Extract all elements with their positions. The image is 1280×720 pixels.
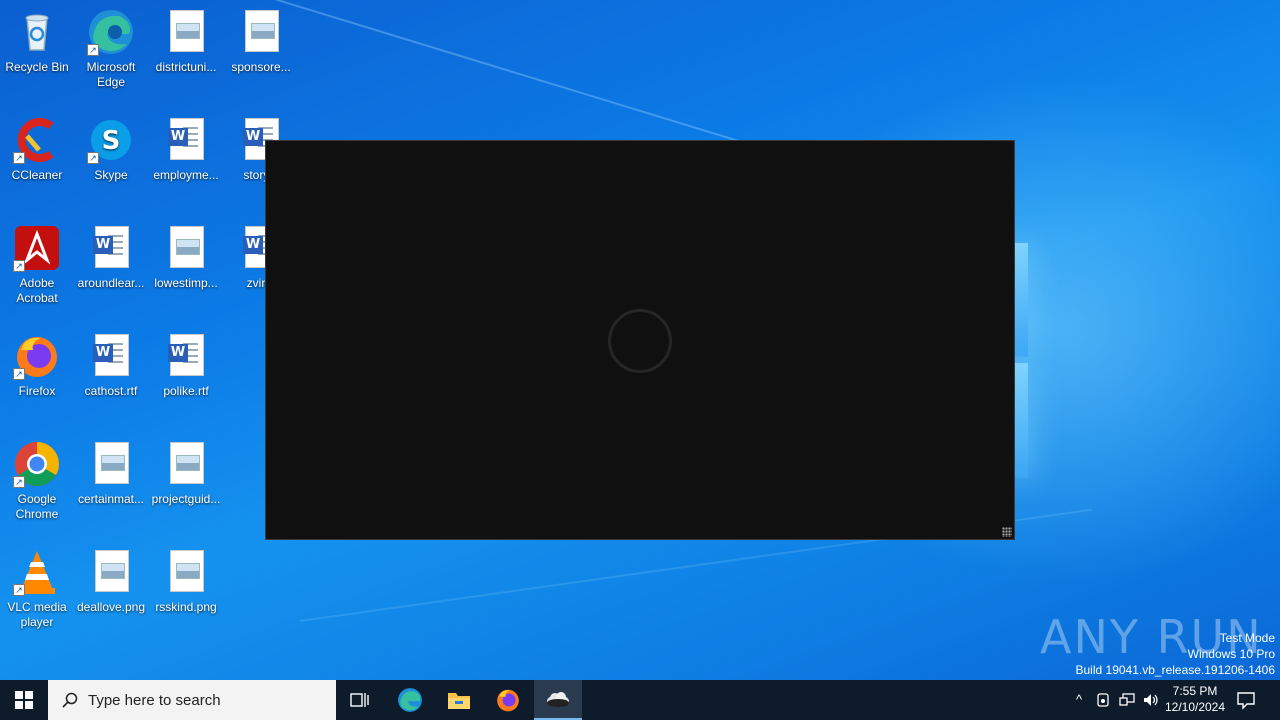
taskbar-firefox-button[interactable] xyxy=(484,680,532,720)
desktop-icon-microsoft-edge[interactable]: ↗ Microsoft Edge xyxy=(74,8,148,90)
desktop-icon-label: Firefox xyxy=(18,384,56,398)
shortcut-arrow-icon: ↗ xyxy=(87,44,99,56)
windows-logo-icon xyxy=(15,691,33,709)
notification-icon xyxy=(1237,692,1255,710)
device-icon[interactable] xyxy=(1094,690,1112,710)
desktop-icon-label: Recycle Bin xyxy=(5,60,69,74)
image-file-icon xyxy=(237,8,285,56)
search-placeholder: Type here to search xyxy=(88,691,221,709)
desktop-icon-label: Google Chrome xyxy=(15,492,59,521)
vlc-icon: ↗ xyxy=(13,548,61,596)
desktop-icon-polike[interactable]: W polike.rtf xyxy=(149,332,223,399)
image-file-icon xyxy=(162,224,210,272)
image-file-icon xyxy=(162,440,210,488)
desktop-icon-ccleaner[interactable]: ↗ CCleaner xyxy=(0,116,74,183)
desktop-icon-google-chrome[interactable]: ↗ Google Chrome xyxy=(0,440,74,522)
clock-time: 7:55 PM xyxy=(1172,684,1218,698)
action-center-button[interactable] xyxy=(1236,690,1258,710)
taskbar-search-box[interactable]: Type here to search xyxy=(48,680,336,720)
network-icon[interactable] xyxy=(1118,690,1136,710)
clock-date: 12/10/2024 xyxy=(1164,700,1226,714)
task-view-icon xyxy=(350,693,369,707)
loading-spinner-icon xyxy=(608,309,672,373)
taskbar-edge-button[interactable] xyxy=(386,680,434,720)
desktop-icon-label: polike.rtf xyxy=(163,384,209,398)
image-file-icon xyxy=(87,440,135,488)
desktop-icon-adobe-acrobat[interactable]: ↗ Adobe Acrobat xyxy=(0,224,74,306)
word-doc-icon: W xyxy=(162,116,210,164)
desktop-icon-label: deallove.png xyxy=(76,600,146,614)
desktop-icon-label: projectguid... xyxy=(151,492,221,506)
taskbar: Type here to search ^ 7:55 PM 12/10/2024 xyxy=(0,680,1280,720)
svg-text:S: S xyxy=(102,126,121,156)
desktop-icon-projectguid[interactable]: projectguid... xyxy=(149,440,223,507)
desktop-icon-certainmat[interactable]: certainmat... xyxy=(74,440,148,507)
desktop-icon-label: VLC media player xyxy=(7,600,67,629)
image-file-icon xyxy=(162,8,210,56)
search-icon xyxy=(62,692,78,708)
desktop-icon-cathost[interactable]: W cathost.rtf xyxy=(74,332,148,399)
cloud-app-icon xyxy=(547,692,569,707)
build-text: Build 19041.vb_release.191206-1406 xyxy=(1075,663,1276,677)
desktop-icon-vlc[interactable]: ↗ VLC media player xyxy=(0,548,74,630)
wallpaper-windows-logo-pane xyxy=(1015,243,1028,357)
word-doc-icon: W xyxy=(162,332,210,380)
show-hidden-icons-chevron-icon[interactable]: ^ xyxy=(1070,690,1088,710)
desktop-icon-label: Adobe Acrobat xyxy=(16,276,58,305)
acrobat-icon: ↗ xyxy=(13,224,61,272)
start-button[interactable] xyxy=(0,680,48,720)
edge-icon xyxy=(398,688,422,712)
word-doc-icon: W xyxy=(87,332,135,380)
desktop-icon-label: rsskind.png xyxy=(155,600,217,614)
file-explorer-icon xyxy=(448,693,470,709)
desktop-icon-aroundlear[interactable]: W aroundlear... xyxy=(74,224,148,291)
desktop-icon-rsskind[interactable]: rsskind.png xyxy=(149,548,223,615)
task-view-button[interactable] xyxy=(336,680,384,720)
edge-icon: ↗ xyxy=(87,8,135,56)
desktop-icon-lowestimp[interactable]: lowestimp... xyxy=(149,224,223,291)
ccleaner-icon: ↗ xyxy=(13,116,61,164)
taskbar-file-explorer-button[interactable] xyxy=(435,680,483,720)
recycle-bin-icon xyxy=(13,8,61,56)
resize-grip[interactable] xyxy=(1002,527,1012,537)
taskbar-clock[interactable]: 7:55 PM 12/10/2024 xyxy=(1158,683,1232,715)
test-mode-text: Test Mode xyxy=(1219,631,1275,645)
word-doc-icon: W xyxy=(87,224,135,272)
desktop-icon-firefox[interactable]: ↗ Firefox xyxy=(0,332,74,399)
desktop-icon-skype[interactable]: S ↗ Skype xyxy=(74,116,148,183)
taskbar-cloud-app-button[interactable] xyxy=(534,680,582,720)
desktop-icon-label: Skype xyxy=(94,168,128,182)
chrome-icon: ↗ xyxy=(13,440,61,488)
shortcut-arrow-icon: ↗ xyxy=(13,260,25,272)
desktop-icon-label: CCleaner xyxy=(11,168,63,182)
desktop-icon-sponsore[interactable]: sponsore... xyxy=(224,8,298,75)
app-window[interactable] xyxy=(265,140,1015,540)
firefox-icon xyxy=(497,689,519,712)
shortcut-arrow-icon: ↗ xyxy=(13,584,25,596)
desktop: Recycle Bin ↗ CCleaner ↗ Adobe Acrobat ↗… xyxy=(0,0,1280,680)
desktop-icon-label: certainmat... xyxy=(77,492,145,506)
shortcut-arrow-icon: ↗ xyxy=(87,152,99,164)
image-file-icon xyxy=(162,548,210,596)
skype-icon: S ↗ xyxy=(87,116,135,164)
desktop-icon-districtuni[interactable]: districtuni... xyxy=(149,8,223,75)
desktop-icon-recycle-bin[interactable]: Recycle Bin xyxy=(0,8,74,75)
shortcut-arrow-icon: ↗ xyxy=(13,476,25,488)
desktop-icon-label: aroundlear... xyxy=(77,276,145,290)
desktop-icon-label: lowestimp... xyxy=(154,276,218,290)
desktop-icon-employme[interactable]: W employme... xyxy=(149,116,223,183)
desktop-icon-label: Microsoft Edge xyxy=(86,60,136,89)
desktop-icon-label: employme... xyxy=(153,168,219,182)
desktop-icon-deallove[interactable]: deallove.png xyxy=(74,548,148,615)
windows-edition-text: Windows 10 Pro xyxy=(1187,647,1275,661)
desktop-icon-label: sponsore... xyxy=(231,60,291,74)
desktop-icon-label: districtuni... xyxy=(155,60,217,74)
firefox-icon: ↗ xyxy=(13,332,61,380)
shortcut-arrow-icon: ↗ xyxy=(13,368,25,380)
image-file-icon xyxy=(87,548,135,596)
desktop-icon-label: cathost.rtf xyxy=(84,384,138,398)
shortcut-arrow-icon: ↗ xyxy=(13,152,25,164)
system-info: Test Mode Windows 10 Pro Build 19041.vb_… xyxy=(1076,630,1276,678)
wallpaper-windows-logo-pane xyxy=(1015,363,1028,478)
